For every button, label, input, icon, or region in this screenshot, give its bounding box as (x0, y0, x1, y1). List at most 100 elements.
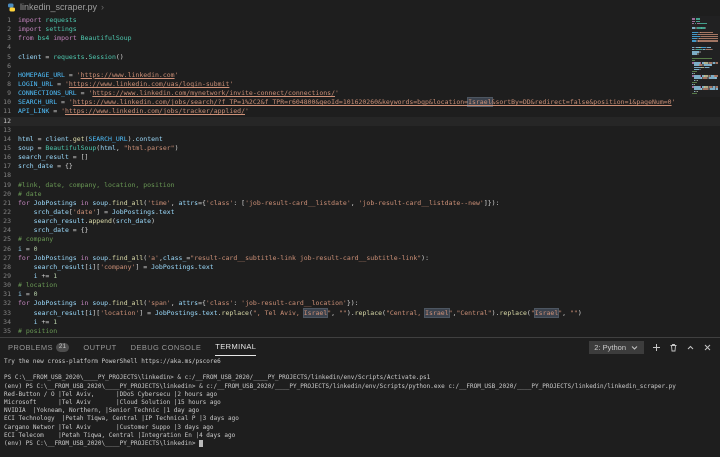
line-number: 21 (3, 198, 11, 207)
terminal-line: Try the new cross-platform PowerShell ht… (4, 358, 221, 365)
line-number: 19 (3, 180, 11, 189)
line-number: 17 (3, 162, 11, 171)
code-line[interactable]: 35 # position (0, 327, 720, 336)
line-number: 32 (3, 299, 11, 308)
line-number: 27 (3, 253, 11, 262)
panel-tab-label: PROBLEMS (8, 342, 53, 352)
code-line[interactable]: 7 HOMEPAGE_URL = 'https://www.linkedin.co… (0, 71, 720, 80)
close-panel-icon[interactable] (703, 343, 712, 352)
code-line[interactable]: 29 i += 1 (0, 272, 720, 281)
kill-terminal-trash-icon[interactable] (669, 343, 678, 352)
terminal-line: (env) PS C:\__FROM_USB_2020\____PY_PROJE… (4, 382, 676, 390)
line-number: 26 (3, 244, 11, 253)
code-line[interactable]: 34 i += 1 (0, 318, 720, 327)
code-line[interactable]: 22 srch_date['date'] = JobPostings.text (0, 208, 720, 217)
code-line[interactable]: 4 (0, 43, 720, 52)
chevron-down-icon (630, 343, 639, 352)
bottom-panel: PROBLEMS 21 OUTPUT DEBUG CONSOLE TERMINAL 2:… (0, 337, 720, 457)
panel-tab-problems[interactable]: PROBLEMS 21 (8, 338, 70, 356)
code-line[interactable]: 25 # company (0, 235, 720, 244)
code-line[interactable]: 30 # location (0, 281, 720, 290)
terminal-output[interactable]: Try the new cross-platform PowerShell ht… (0, 356, 720, 457)
code-line[interactable]: 17 srch_date = {} (0, 162, 720, 171)
code-line[interactable]: 10 SEARCH_URL = 'https://www.linkedin.com… (0, 98, 720, 107)
code-line[interactable]: 32 for JobPostings in soup.find_all('span… (0, 299, 720, 308)
line-number: 34 (3, 317, 11, 326)
code-line[interactable]: 13 (0, 126, 720, 135)
code-line[interactable]: 33 search_result[i]['location'] = JobPos… (0, 308, 720, 318)
code-line[interactable]: 15 soup = BeautifulSoup(html, "html.parse… (0, 144, 720, 153)
line-number: 22 (3, 207, 11, 216)
line-number: 16 (3, 153, 11, 162)
code-line[interactable]: 19 #link, date, company, location, positi… (0, 181, 720, 190)
line-number: 6 (7, 61, 11, 70)
code-line[interactable]: 31 i = 0 (0, 290, 720, 299)
code-line[interactable]: 11 API_LINK = 'https://www.linkedin.com/j… (0, 107, 720, 116)
code-line[interactable]: 9 CONNECTIONS_URL = 'https://www.linkedin… (0, 89, 720, 98)
line-number: 9 (7, 89, 11, 98)
line-number: 30 (3, 281, 11, 290)
line-number: 35 (3, 326, 11, 335)
line-number: 3 (7, 34, 11, 43)
line-number: 18 (3, 171, 11, 180)
line-number: 12 (3, 116, 11, 125)
panel-header: PROBLEMS 21 OUTPUT DEBUG CONSOLE TERMINAL 2:… (0, 338, 720, 356)
code-line[interactable]: 6 (0, 62, 720, 71)
line-number: 20 (3, 189, 11, 198)
line-number: 28 (3, 262, 11, 271)
line-number: 11 (3, 107, 11, 116)
panel-tab-output[interactable]: OUTPUT (83, 338, 116, 356)
line-number: 15 (3, 143, 11, 152)
code-lines: 1 import requests 2 import settings 3 from bs… (0, 14, 720, 336)
code-line[interactable]: 27 for JobPostings in soup.find_all('a',c… (0, 254, 720, 263)
breadcrumb-chevron-icon: › (101, 2, 105, 12)
new-terminal-plus-icon[interactable] (652, 343, 661, 352)
code-line[interactable]: 21 for JobPostings in soup.find_all('time… (0, 199, 720, 208)
line-number: 7 (7, 70, 11, 79)
terminal-line: ECI Technology |Petah Tiqwa, Central |IP… (4, 415, 239, 423)
line-number: 29 (3, 271, 11, 280)
code-line[interactable]: 8 LOGIN_URL = 'https://www.linkedin.com/u… (0, 80, 720, 89)
code-line[interactable]: 24 srch_date = {} (0, 226, 720, 235)
code-editor[interactable]: 1 import requests 2 import settings 3 from bs… (0, 14, 720, 337)
line-number: 31 (3, 290, 11, 299)
terminal-cursor (199, 440, 203, 447)
minimap[interactable] (690, 16, 720, 97)
code-line[interactable]: 14 html = client.get(SEARCH_URL).content (0, 135, 720, 144)
python-file-icon (7, 3, 16, 12)
code-line[interactable]: 16 search_result = [] (0, 153, 720, 162)
code-line[interactable]: 20 # date (0, 190, 720, 199)
breadcrumb[interactable]: linkedin_scraper.py › (0, 0, 720, 14)
code-line[interactable]: 3 from bs4 import BeautifulSoup (0, 34, 720, 43)
panel-tab-terminal[interactable]: TERMINAL (215, 338, 257, 356)
panel-tab-label: OUTPUT (83, 342, 117, 352)
line-number: 25 (3, 235, 11, 244)
panel-actions: 2: Python (589, 340, 712, 354)
maximize-panel-chevron-up-icon[interactable] (686, 343, 695, 352)
terminal-line: PS C:\__FROM_USB_2020\____PY_PROJECTS\li… (4, 374, 431, 382)
code-line[interactable]: 5 client = requests.Session() (0, 53, 720, 62)
line-number: 13 (3, 125, 11, 134)
breadcrumb-file[interactable]: linkedin_scraper.py (20, 2, 97, 12)
code-line[interactable]: 28 search_result[i]['company'] = JobPost… (0, 263, 720, 272)
terminal-line: Cargano Networ |Tel Aviv |Customer Suppo… (4, 423, 214, 431)
problems-count-badge: 21 (55, 342, 70, 352)
line-number: 5 (7, 52, 11, 61)
code-line[interactable]: 18 (0, 171, 720, 180)
terminal-line: Red-Button / O |Tel Aviv, |DDoS Cybersec… (4, 390, 218, 398)
vscode-window: linkedin_scraper.py › 1 import requests 2 i… (0, 0, 720, 457)
code-line[interactable]: 1 import requests (0, 16, 720, 25)
terminal-shell-select[interactable]: 2: Python (589, 340, 644, 354)
terminal-line: NVIDIA |Yokneam, Northern, |Senior Techn… (4, 407, 200, 415)
line-number: 24 (3, 226, 11, 235)
panel-tab-debug-console[interactable]: DEBUG CONSOLE (131, 338, 202, 356)
terminal-line: ECI Telecom |Petah Tiqwa, Central |Integ… (4, 431, 236, 439)
line-number: 4 (7, 43, 11, 52)
code-line[interactable]: 26 i = 0 (0, 245, 720, 254)
line-number: 33 (3, 308, 11, 317)
line-number: 1 (7, 16, 11, 24)
code-line[interactable]: 2 import settings (0, 25, 720, 34)
code-line[interactable]: 12 (0, 116, 720, 126)
code-line[interactable]: 23 search_result.append(srch_date) (0, 217, 720, 226)
